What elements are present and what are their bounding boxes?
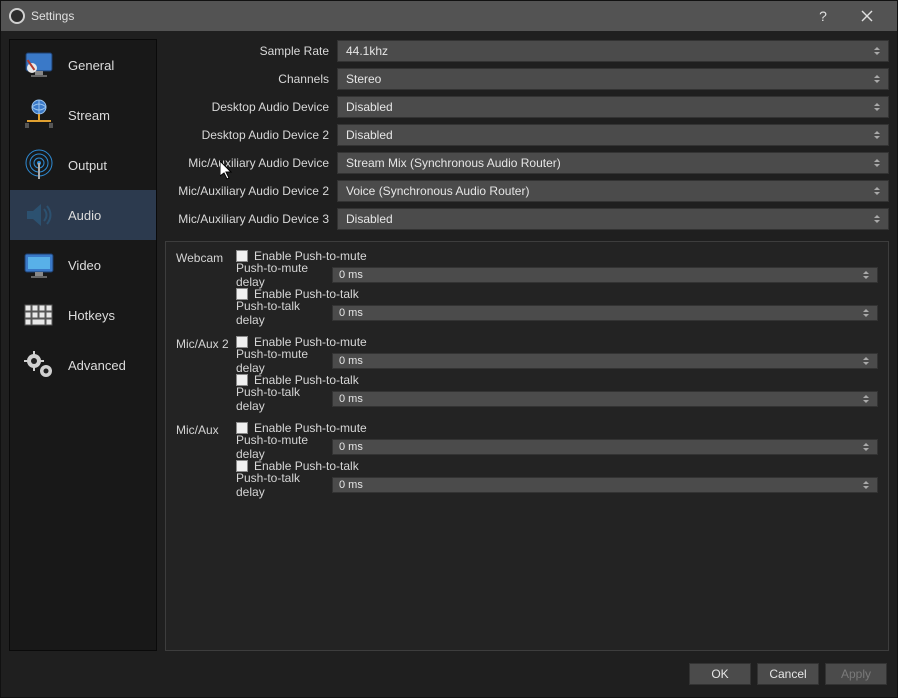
chevron-updown-icon [870,181,884,201]
apply-button[interactable]: Apply [825,663,887,685]
sidebar-item-label: Advanced [68,358,126,373]
ptm-delay-input[interactable]: 0 ms [332,439,878,455]
sidebar-item-label: Video [68,258,101,273]
device-group-webcam: Webcam Enable Push-to-mute Push-to-mute … [176,248,878,322]
display-icon [20,246,58,284]
chevron-updown-icon [859,268,873,282]
chevron-updown-icon [859,354,873,368]
ptt-panel: Webcam Enable Push-to-mute Push-to-mute … [165,241,889,651]
sidebar-item-label: Stream [68,108,110,123]
mic-aux3-select[interactable]: Disabled [337,208,889,230]
settings-content: Sample Rate 44.1khz Channels Stereo [165,39,889,651]
chevron-updown-icon [870,125,884,145]
close-icon [861,10,873,22]
titlebar: Settings ? [1,1,897,31]
sample-rate-select[interactable]: 44.1khz [337,40,889,62]
monitor-icon [20,46,58,84]
sidebar-item-output[interactable]: Output [10,140,156,190]
chevron-updown-icon [859,440,873,454]
device-group-micaux: Mic/Aux Enable Push-to-mute Push-to-mute… [176,420,878,494]
mic-aux2-label: Mic/Auxiliary Audio Device 2 [165,184,337,198]
settings-window: Settings ? General [0,0,898,698]
mic-aux-label: Mic/Auxiliary Audio Device [165,156,337,170]
audio-form: Sample Rate 44.1khz Channels Stereo [165,39,889,231]
ptt-delay-label: Push-to-talk delay [236,385,332,413]
sidebar-item-audio[interactable]: Audio [10,190,156,240]
device-name: Webcam [176,248,230,322]
device-group-micaux2: Mic/Aux 2 Enable Push-to-mute Push-to-mu… [176,334,878,408]
close-button[interactable] [845,1,889,31]
ptm-delay-label: Push-to-mute delay [236,347,332,375]
select-value: Disabled [346,100,393,114]
desktop-audio2-label: Desktop Audio Device 2 [165,128,337,142]
globe-icon [20,96,58,134]
window-title: Settings [31,9,74,23]
device-name: Mic/Aux 2 [176,334,230,408]
channels-label: Channels [165,72,337,86]
mic-aux2-select[interactable]: Voice (Synchronous Audio Router) [337,180,889,202]
sidebar-item-stream[interactable]: Stream [10,90,156,140]
gears-icon [20,346,58,384]
chevron-updown-icon [859,306,873,320]
chevron-updown-icon [870,153,884,173]
speaker-icon [20,196,58,234]
chevron-updown-icon [870,209,884,229]
desktop-audio2-select[interactable]: Disabled [337,124,889,146]
sidebar-item-general[interactable]: General [10,40,156,90]
app-icon [9,8,25,24]
ptm-delay-input[interactable]: 0 ms [332,353,878,369]
ptt-delay-label: Push-to-talk delay [236,471,332,499]
chevron-updown-icon [859,392,873,406]
select-value: 44.1khz [346,44,388,58]
sidebar-item-label: Audio [68,208,101,223]
ptt-delay-input[interactable]: 0 ms [332,477,878,493]
chevron-updown-icon [870,69,884,89]
select-value: Stream Mix (Synchronous Audio Router) [346,156,561,170]
cancel-button[interactable]: Cancel [757,663,819,685]
chevron-updown-icon [870,97,884,117]
mic-aux-select[interactable]: Stream Mix (Synchronous Audio Router) [337,152,889,174]
ptm-delay-label: Push-to-mute delay [236,433,332,461]
select-value: Stereo [346,72,381,86]
select-value: Disabled [346,128,393,142]
help-icon: ? [819,8,827,24]
device-name: Mic/Aux [176,420,230,494]
mic-aux3-label: Mic/Auxiliary Audio Device 3 [165,212,337,226]
dialog-footer: OK Cancel Apply [1,659,897,697]
antenna-icon [20,146,58,184]
settings-sidebar: General Stream Output [9,39,157,651]
sidebar-item-label: Hotkeys [68,308,115,323]
desktop-audio-label: Desktop Audio Device [165,100,337,114]
ptt-delay-label: Push-to-talk delay [236,299,332,327]
sidebar-item-video[interactable]: Video [10,240,156,290]
desktop-audio-select[interactable]: Disabled [337,96,889,118]
sidebar-item-advanced[interactable]: Advanced [10,340,156,390]
select-value: Voice (Synchronous Audio Router) [346,184,529,198]
sidebar-item-label: Output [68,158,107,173]
sidebar-item-label: General [68,58,114,73]
chevron-updown-icon [870,41,884,61]
ptt-delay-input[interactable]: 0 ms [332,391,878,407]
keyboard-icon [20,296,58,334]
ok-button[interactable]: OK [689,663,751,685]
ptm-delay-label: Push-to-mute delay [236,261,332,289]
ptm-delay-input[interactable]: 0 ms [332,267,878,283]
select-value: Disabled [346,212,393,226]
ptt-delay-input[interactable]: 0 ms [332,305,878,321]
chevron-updown-icon [859,478,873,492]
sidebar-item-hotkeys[interactable]: Hotkeys [10,290,156,340]
sample-rate-label: Sample Rate [165,44,337,58]
help-button[interactable]: ? [801,1,845,31]
channels-select[interactable]: Stereo [337,68,889,90]
